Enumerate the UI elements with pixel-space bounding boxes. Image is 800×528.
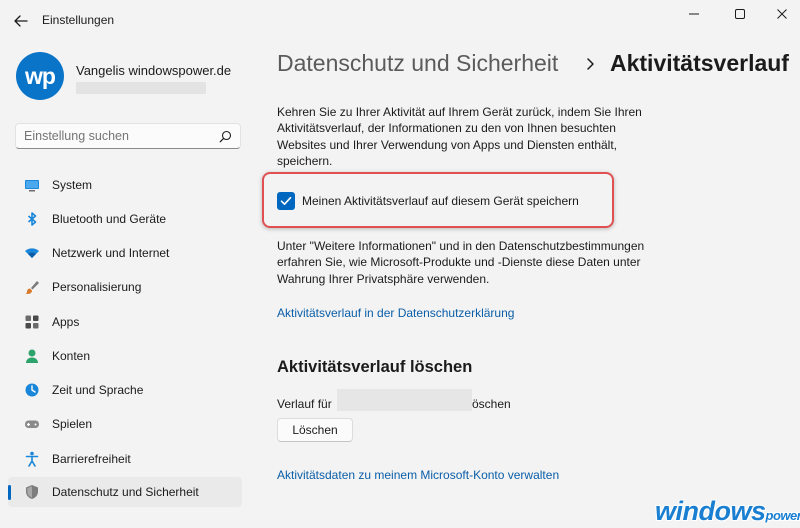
user-name: Vangelis windowspower.de xyxy=(76,63,232,78)
watermark-suffix: power. xyxy=(765,508,800,523)
sidebar-item-gaming[interactable]: Spielen xyxy=(8,409,242,439)
gamepad-icon xyxy=(25,420,39,428)
sidebar-item-label: Personalisierung xyxy=(52,280,142,294)
manage-account-data-link[interactable]: Aktivitätsdaten zu meinem Microsoft-Kont… xyxy=(277,468,559,482)
sidebar-item-privacy-security[interactable]: Datenschutz und Sicherheit xyxy=(8,477,242,507)
search-input[interactable] xyxy=(24,129,214,143)
maximize-icon xyxy=(735,9,745,19)
close-button[interactable] xyxy=(766,4,798,24)
chevron-right-icon xyxy=(587,58,594,70)
description-text: Kehren Sie zu Ihrer Aktivität auf Ihrem … xyxy=(277,105,642,168)
info-text: Unter "Weitere Informationen" und in den… xyxy=(277,239,645,286)
avatar[interactable]: wp xyxy=(16,52,64,100)
sidebar-item-bluetooth[interactable]: Bluetooth und Geräte xyxy=(8,204,242,234)
user-email-redacted xyxy=(76,82,206,94)
checkmark-icon xyxy=(280,196,292,205)
avatar-text: wp xyxy=(25,62,56,89)
sidebar-item-system[interactable]: System xyxy=(8,170,242,200)
sidebar-item-apps[interactable]: Apps xyxy=(8,307,242,337)
account-redacted xyxy=(337,389,472,411)
back-arrow-icon[interactable] xyxy=(12,12,30,30)
search-icon[interactable] xyxy=(219,130,232,143)
sidebar-item-label: Datenschutz und Sicherheit xyxy=(52,485,199,499)
page-title: Aktivitätsverlauf xyxy=(610,50,789,76)
sidebar-item-label: Zeit und Sprache xyxy=(52,383,144,397)
privacy-statement-link[interactable]: Aktivitätsverlauf in der Datenschutzerkl… xyxy=(277,306,514,320)
search-box[interactable] xyxy=(15,123,241,149)
sidebar-item-label: Konten xyxy=(52,349,91,363)
sidebar-item-network[interactable]: Netzwerk und Internet xyxy=(8,238,242,268)
sidebar-item-label: Apps xyxy=(52,315,80,329)
close-icon xyxy=(777,9,787,19)
watermark-logo: windowspower. xyxy=(655,496,800,527)
globe-clock-icon xyxy=(25,383,39,397)
maximize-button[interactable] xyxy=(724,4,756,24)
shield-icon xyxy=(26,485,38,499)
sidebar-item-time-language[interactable]: Zeit und Sprache xyxy=(8,375,242,405)
sidebar-item-personalization[interactable]: Personalisierung xyxy=(8,272,242,302)
minimize-button[interactable] xyxy=(678,4,710,24)
app-title: Einstellungen xyxy=(42,13,115,27)
accessibility-icon xyxy=(25,451,39,467)
sidebar-item-accounts[interactable]: Konten xyxy=(8,341,242,371)
breadcrumb-parent[interactable]: Datenschutz und Sicherheit xyxy=(277,50,558,77)
activity-history-checkbox[interactable] xyxy=(277,192,295,210)
clear-section-heading: Aktivitätsverlauf löschen xyxy=(277,358,473,376)
brush-icon xyxy=(25,281,39,294)
clear-button[interactable]: Löschen xyxy=(277,418,353,442)
history-clear-suffix: öschen xyxy=(472,397,511,411)
monitor-icon xyxy=(25,180,39,192)
bluetooth-icon xyxy=(27,212,37,226)
sidebar-item-label: Barrierefreiheit xyxy=(52,452,131,466)
active-indicator xyxy=(8,485,11,500)
watermark-main: windows xyxy=(655,496,766,526)
minimize-icon xyxy=(689,13,699,15)
apps-grid-icon xyxy=(25,315,39,329)
checkbox-label[interactable]: Meinen Aktivitätsverlauf auf diesem Gerä… xyxy=(302,194,579,208)
sidebar-item-label: System xyxy=(52,178,93,192)
wifi-icon xyxy=(25,248,39,258)
sidebar-item-label: Netzwerk und Internet xyxy=(52,246,170,260)
history-for-text: Verlauf für xyxy=(277,397,332,411)
account-icon xyxy=(26,349,38,363)
sidebar-item-accessibility[interactable]: Barrierefreiheit xyxy=(8,444,242,474)
sidebar-item-label: Spielen xyxy=(52,417,93,431)
sidebar-item-label: Bluetooth und Geräte xyxy=(52,212,167,226)
